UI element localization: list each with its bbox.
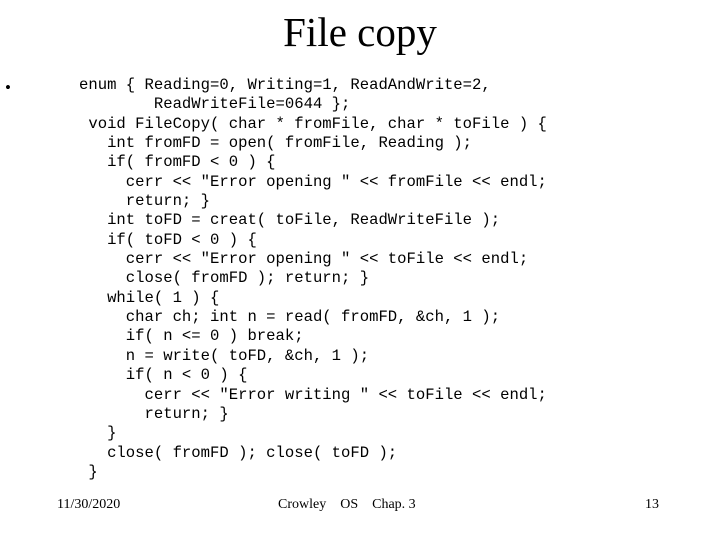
code-line: ReadWriteFile=0644 }; (55, 95, 675, 114)
code-line: close( fromFD ); return; } (55, 269, 675, 288)
code-line: if( n <= 0 ) break; (55, 327, 675, 346)
footer-page-number: 13 (645, 497, 659, 512)
code-line-text: while( 1 ) { (79, 288, 220, 307)
code-line-text: void FileCopy( char * fromFile, char * t… (79, 114, 547, 133)
code-line-text: int toFD = creat( toFile, ReadWriteFile … (79, 211, 501, 230)
footer-author: Crowley (278, 497, 327, 512)
code-line-text: cerr << "Error opening " << fromFile << … (79, 172, 547, 191)
code-line-text: enum { Reading=0, Writing=1, ReadAndWrit… (79, 76, 491, 94)
code-line-text: n = write( toFD, &ch, 1 ); (79, 346, 370, 365)
code-line: char ch; int n = read( fromFD, &ch, 1 ); (55, 308, 675, 327)
code-line-text: if( n < 0 ) { (79, 366, 248, 385)
footer-center-group: Crowley OS Chap. 3 (278, 494, 416, 516)
code-line: int fromFD = open( fromFile, Reading ); (55, 134, 675, 153)
code-line: return; } (55, 405, 675, 424)
code-line-text: if( toFD < 0 ) { (79, 230, 257, 249)
code-line: while( 1 ) { (55, 289, 675, 308)
code-line: if( n < 0 ) { (55, 366, 675, 385)
code-line-text: cerr << "Error writing " << toFile << en… (79, 385, 547, 404)
code-line: int toFD = creat( toFile, ReadWriteFile … (55, 211, 675, 230)
code-line-text: close( fromFD ); close( toFD ); (79, 443, 398, 462)
code-line: } (55, 463, 675, 482)
code-line-text: char ch; int n = read( fromFD, &ch, 1 ); (79, 308, 501, 327)
bullet-icon: • (5, 78, 11, 97)
code-line-text: return; } (79, 404, 229, 423)
code-line-text: } (79, 424, 117, 443)
code-line-text: if( n <= 0 ) break; (79, 327, 304, 346)
footer-date: 11/30/2020 (57, 497, 121, 512)
code-line: } (55, 424, 675, 443)
footer-chapter: Chap. 3 (372, 497, 416, 512)
footer: 11/30/2020 Crowley OS Chap. 3 13 (0, 494, 720, 516)
code-line: if( toFD < 0 ) { (55, 231, 675, 250)
code-line: cerr << "Error opening " << fromFile << … (55, 173, 675, 192)
code-line-text: ReadWriteFile=0644 }; (79, 95, 351, 114)
code-line-text: int fromFD = open( fromFile, Reading ); (79, 134, 473, 153)
code-line: cerr << "Error writing " << toFile << en… (55, 386, 675, 405)
code-line: cerr << "Error opening " << toFile << en… (55, 250, 675, 269)
code-block: enum { Reading=0, Writing=1, ReadAndWrit… (55, 76, 675, 482)
code-line: return; } (55, 192, 675, 211)
footer-course: OS (340, 497, 359, 512)
code-line-text: close( fromFD ); return; } (79, 269, 370, 288)
code-line-text: if( fromFD < 0 ) { (79, 153, 276, 172)
code-line: n = write( toFD, &ch, 1 ); (55, 347, 675, 366)
code-line: enum { Reading=0, Writing=1, ReadAndWrit… (55, 76, 675, 95)
code-line: if( fromFD < 0 ) { (55, 153, 675, 172)
slide: File copy • enum { Reading=0, Writing=1,… (0, 0, 720, 540)
code-line-text: return; } (79, 192, 211, 211)
code-line-text: cerr << "Error opening " << toFile << en… (79, 250, 529, 269)
code-line-text: } (79, 462, 98, 481)
code-line: void FileCopy( char * fromFile, char * t… (55, 115, 675, 134)
page-title: File copy (283, 9, 437, 55)
code-line: close( fromFD ); close( toFD ); (55, 444, 675, 463)
